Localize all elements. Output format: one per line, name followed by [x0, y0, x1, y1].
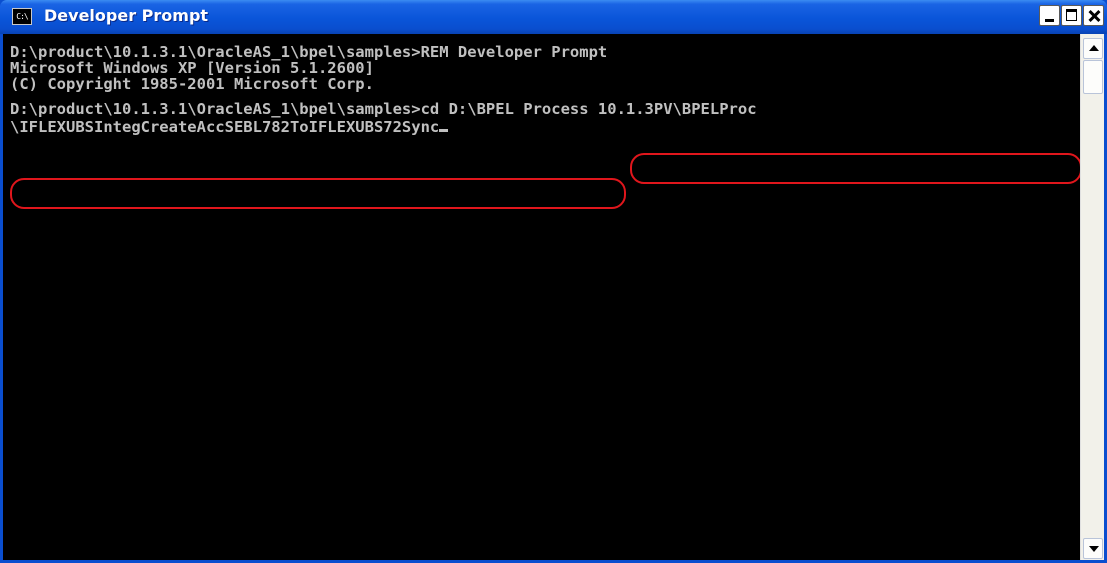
close-button[interactable] — [1083, 5, 1104, 26]
console-line: Microsoft Windows XP [Version 5.1.2600] — [10, 59, 374, 77]
console-line: D:\product\10.1.3.1\OracleAS_1\bpel\samp… — [10, 100, 757, 118]
scroll-down-button[interactable] — [1083, 538, 1103, 559]
minimize-button[interactable] — [1039, 5, 1060, 26]
console-line: \IFLEXUBSIntegCreateAccSEBL782ToIFLEXUBS… — [10, 118, 440, 136]
vertical-scrollbar[interactable] — [1080, 34, 1104, 560]
scroll-up-button[interactable] — [1083, 38, 1103, 59]
arrow-up-icon — [1089, 45, 1099, 51]
scroll-thumb[interactable] — [1083, 60, 1103, 94]
title-bar[interactable]: C:\ Developer Prompt — [0, 0, 1107, 34]
console-output: D:\product\10.1.3.1\OracleAS_1\bpel\samp… — [10, 43, 757, 136]
console-line: (C) Copyright 1985-2001 Microsoft Corp. — [10, 75, 374, 93]
console-app-icon[interactable]: C:\ — [12, 8, 32, 25]
arrow-down-icon — [1089, 546, 1099, 552]
highlight-path-end — [10, 178, 626, 209]
window-title: Developer Prompt — [44, 6, 209, 25]
console-line: D:\product\10.1.3.1\OracleAS_1\bpel\samp… — [10, 43, 608, 61]
text-cursor — [439, 117, 449, 132]
maximize-button[interactable] — [1061, 5, 1082, 26]
highlight-path-start — [630, 153, 1082, 184]
